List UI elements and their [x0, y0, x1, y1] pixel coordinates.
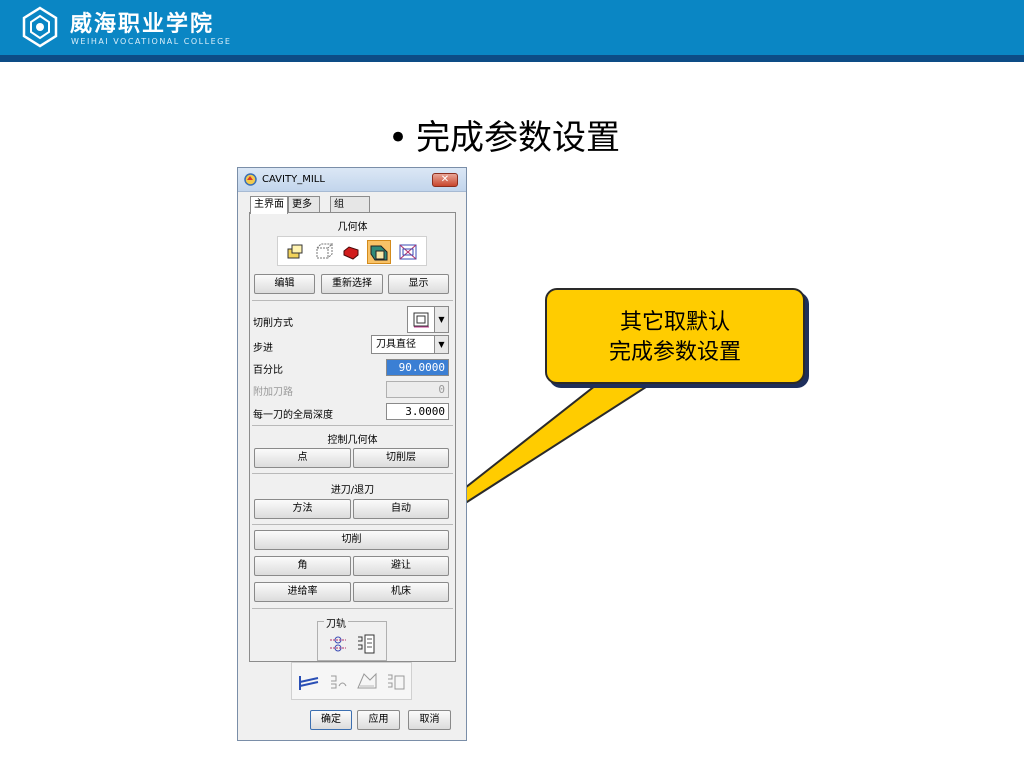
cutting-button[interactable]: 切削	[254, 530, 449, 550]
avoidance-button[interactable]: 避让	[353, 556, 449, 576]
extra-passes-label: 附加刀路	[253, 387, 293, 398]
divider	[252, 473, 453, 474]
divider	[252, 524, 453, 525]
cut-pattern-select[interactable]: ▼	[407, 306, 449, 333]
tab-main[interactable]: 主界面	[250, 196, 288, 214]
percent-input[interactable]: 90.0000	[386, 359, 449, 376]
engage-retract-heading: 进刀/退刀	[330, 485, 375, 496]
cut-pattern-label: 切削方式	[253, 318, 293, 329]
list-icon[interactable]	[386, 671, 406, 691]
stepover-value: 刀具直径	[376, 339, 416, 350]
geometry-heading: 几何体	[337, 222, 368, 233]
dialog-titlebar: CAVITY_MILL ✕	[238, 168, 466, 192]
cancel-button[interactable]: 取消	[408, 710, 451, 730]
divider	[252, 300, 453, 301]
chevron-down-icon: ▼	[434, 336, 448, 353]
cavity-mill-dialog: CAVITY_MILL ✕ 主界面 更多 组 几何体 编辑 重新选择 显示 切削…	[237, 167, 467, 741]
reselect-button[interactable]: 重新选择	[321, 274, 383, 294]
points-button[interactable]: 点	[254, 448, 351, 468]
callout-text: 其它取默认 完成参数设置	[547, 308, 803, 368]
blank-geometry-icon[interactable]	[313, 242, 333, 262]
main-panel: 几何体 编辑 重新选择 显示 切削方式 ▼ 步进 刀具直径 ▼ 百分比 90.0…	[249, 212, 456, 662]
verify-icon[interactable]	[356, 670, 378, 692]
close-button[interactable]: ✕	[432, 173, 458, 187]
part-geometry-icon[interactable]	[285, 242, 305, 262]
action-icon-strip	[291, 662, 412, 700]
check-geometry-icon[interactable]	[341, 242, 361, 262]
control-geometry-heading: 控制几何体	[327, 435, 378, 446]
divider	[252, 425, 453, 426]
cut-levels-button[interactable]: 切削层	[353, 448, 449, 468]
display-button[interactable]: 显示	[388, 274, 449, 294]
corner-button[interactable]: 角	[254, 556, 351, 576]
dialog-title: CAVITY_MILL	[262, 174, 325, 185]
callout-line-1: 其它取默认	[619, 310, 730, 335]
callout-line-2: 完成参数设置	[608, 340, 741, 365]
stepover-label: 步进	[253, 343, 273, 354]
automatic-button[interactable]: 自动	[353, 499, 449, 519]
tab-more[interactable]: 更多	[288, 196, 320, 213]
trim-boundary-icon[interactable]	[398, 242, 418, 262]
generate-toolpath-icon[interactable]	[328, 634, 348, 654]
toolpath-heading: 刀轨	[324, 615, 348, 630]
machine-button[interactable]: 机床	[353, 582, 449, 602]
divider	[252, 608, 453, 609]
replay-icon[interactable]	[328, 672, 348, 692]
apply-button[interactable]: 应用	[357, 710, 400, 730]
ok-button[interactable]: 确定	[310, 710, 352, 730]
feed-rate-button[interactable]: 进给率	[254, 582, 351, 602]
generate-icon[interactable]	[298, 672, 320, 692]
geometry-icon-strip	[277, 236, 427, 266]
chevron-down-icon: ▼	[434, 307, 448, 332]
cut-area-icon[interactable]	[367, 240, 391, 264]
callout-pointer	[357, 377, 664, 573]
callout-bubble: 其它取默认 完成参数设置	[545, 288, 805, 384]
method-button[interactable]: 方法	[254, 499, 351, 519]
tab-group[interactable]: 组	[330, 196, 370, 213]
percent-label: 百分比	[253, 365, 283, 376]
depth-label: 每一刀的全局深度	[253, 410, 333, 421]
depth-input[interactable]: 3.0000	[386, 403, 449, 420]
follow-part-icon	[413, 312, 429, 328]
extra-passes-input[interactable]: 0	[386, 381, 449, 398]
edit-button[interactable]: 编辑	[254, 274, 315, 294]
toolpath-group: 刀轨	[317, 615, 387, 661]
stepover-select[interactable]: 刀具直径 ▼	[371, 335, 449, 354]
list-toolpath-icon[interactable]	[356, 633, 376, 655]
nx-app-icon	[244, 173, 257, 186]
